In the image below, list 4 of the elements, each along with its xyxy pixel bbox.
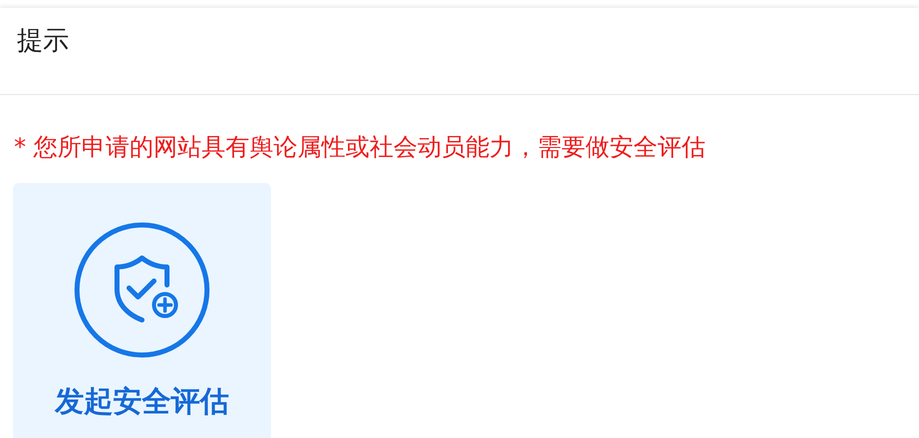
shield-check-icon (73, 221, 211, 359)
warning-text: * 您所申请的网站具有舆论属性或社会动员能力，需要做安全评估 (14, 132, 706, 163)
start-assessment-button[interactable]: 发起安全评估 (13, 183, 271, 438)
dialog-title: 提示 (17, 25, 69, 57)
